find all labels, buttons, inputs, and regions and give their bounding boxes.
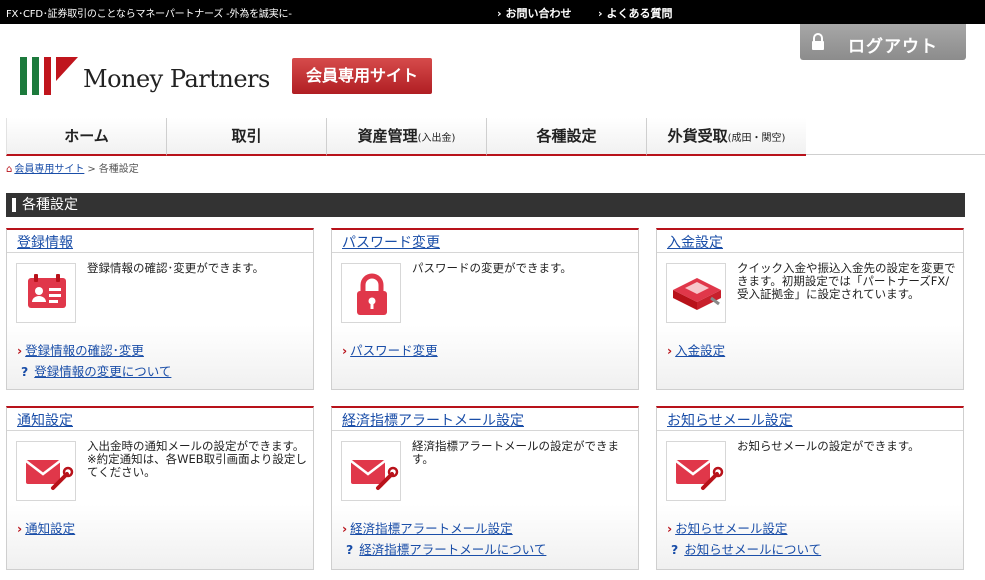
arrow-right-icon: › [342, 343, 348, 358]
logout-button[interactable]: ログアウト [800, 24, 966, 60]
card-divider [7, 430, 313, 431]
card-divider [7, 252, 313, 253]
card-title[interactable]: 登録情報 [17, 232, 73, 252]
top-bar: FX･CFD･証券取引のことならマネーパートナーズ -外為を誠実に- › お問い合… [0, 0, 985, 24]
breadcrumb: ⌂ 会員専用サイト > 各種設定 [6, 160, 139, 175]
logo-text: Money Partners [83, 65, 270, 93]
registration-card-icon [16, 263, 76, 323]
news-mail-settings-link[interactable]: › お知らせメール設定 [667, 518, 787, 537]
faq-link[interactable]: › よくある質問 [598, 5, 673, 21]
mail-settings-icon [16, 441, 76, 501]
lock-icon [812, 33, 824, 50]
help-icon: ? [346, 542, 354, 557]
site-tagline: FX･CFD･証券取引のことならマネーパートナーズ -外為を誠実に- [6, 9, 292, 20]
registration-help-link[interactable]: ? 登録情報の変更について [17, 361, 171, 380]
logo-mark-icon [20, 57, 78, 95]
home-icon: ⌂ [6, 164, 13, 175]
card-registration: 登録情報 登録情報の確認･変更ができます。 › 登録情報の確認･変更 ? 登録情報の… [6, 228, 314, 390]
section-header: 各種設定 [6, 193, 965, 217]
arrow-right-icon: › [342, 521, 348, 536]
mail-settings-icon [666, 441, 726, 501]
deposit-tray-icon [666, 263, 726, 323]
notification-settings-link[interactable]: › 通知設定 [17, 518, 75, 537]
registration-confirm-link[interactable]: › 登録情報の確認･変更 [17, 340, 144, 359]
deposit-settings-link[interactable]: › 入金設定 [667, 340, 725, 359]
card-title[interactable]: 経済指標アラートメール設定 [342, 410, 524, 430]
card-divider [332, 252, 638, 253]
nav-trade[interactable]: 取引 [166, 118, 326, 156]
password-change-link[interactable]: › パスワード変更 [342, 340, 438, 359]
section-marker [12, 198, 16, 212]
padlock-icon [341, 263, 401, 323]
card-title[interactable]: 通知設定 [17, 410, 73, 430]
arrow-right-icon: › [667, 343, 673, 358]
economic-alert-help-link[interactable]: ? 経済指標アラートメールについて [342, 539, 546, 558]
card-divider [332, 430, 638, 431]
nav-settings[interactable]: 各種設定 [486, 118, 646, 156]
nav-assets[interactable]: 資産管理(入出金) [326, 118, 486, 156]
economic-alert-settings-link[interactable]: › 経済指標アラートメール設定 [342, 518, 513, 537]
card-description: 入出金時の通知メールの設定ができます。 ※約定通知は、各WEB取引画面より設定し… [87, 439, 307, 479]
nav-divider [806, 154, 985, 155]
card-description: 経済指標アラートメールの設定ができます。 [412, 439, 619, 466]
chevron-right-icon: › [598, 7, 603, 20]
help-icon: ? [671, 542, 679, 557]
chevron-right-icon: › [497, 7, 502, 20]
breadcrumb-current: 各種設定 [98, 164, 139, 175]
card-password: パスワード変更 パスワードの変更ができます。 › パスワード変更 [331, 228, 639, 390]
breadcrumb-separator: > [87, 164, 96, 175]
section-title: 各種設定 [22, 197, 78, 213]
main-nav: ホーム 取引 資産管理(入出金) 各種設定 外貨受取(成田・関空) [6, 118, 806, 156]
card-description: パスワードの変更ができます。 [412, 261, 572, 275]
mail-settings-icon [341, 441, 401, 501]
card-description: クイック入金や振込入金先の設定を変更できます。初期設定では「パートナーズFX/受… [737, 261, 956, 301]
member-site-badge: 会員専用サイト [292, 58, 432, 94]
card-title[interactable]: パスワード変更 [342, 232, 440, 252]
arrow-right-icon: › [667, 521, 673, 536]
card-title[interactable]: 入金設定 [667, 232, 723, 252]
breadcrumb-home-link[interactable]: 会員専用サイト [14, 164, 84, 175]
nav-currency-pickup[interactable]: 外貨受取(成田・関空) [646, 118, 806, 156]
card-description: 登録情報の確認･変更ができます。 [87, 261, 265, 275]
card-deposit: 入金設定 クイック入金や振込入金先の設定を変更できます。初期設定では「パートナー… [656, 228, 964, 390]
arrow-right-icon: › [17, 521, 23, 536]
card-economic-alert: 経済指標アラートメール設定 経済指標アラートメールの設定ができます。 › 経済指標… [331, 406, 639, 570]
arrow-right-icon: › [17, 343, 23, 358]
card-description: お知らせメールの設定ができます。 [737, 439, 920, 453]
logout-label: ログアウト [848, 37, 938, 57]
card-notification: 通知設定 入出金時の通知メールの設定ができます。 ※約定通知は、各WEB取引画面… [6, 406, 314, 570]
card-title[interactable]: お知らせメール設定 [667, 410, 793, 430]
contact-link[interactable]: › お問い合わせ [497, 5, 572, 21]
nav-home[interactable]: ホーム [6, 118, 166, 156]
help-icon: ? [21, 364, 29, 379]
card-divider [657, 430, 963, 431]
card-divider [657, 252, 963, 253]
news-mail-help-link[interactable]: ? お知らせメールについて [667, 539, 821, 558]
card-news-mail: お知らせメール設定 お知らせメールの設定ができます。 › お知らせメール設定 ? お… [656, 406, 964, 570]
